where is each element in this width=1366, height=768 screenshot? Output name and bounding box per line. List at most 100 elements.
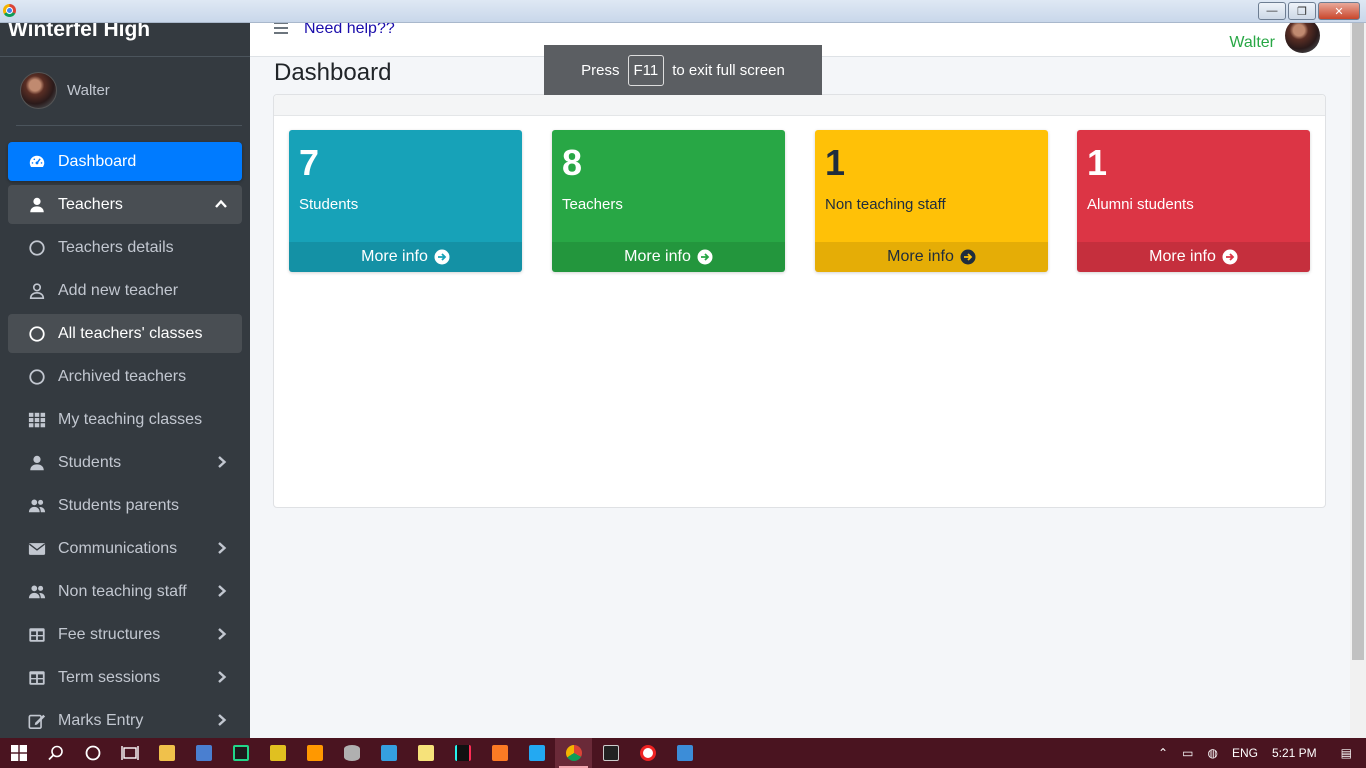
grid-icon <box>27 410 47 430</box>
notifications-icon[interactable]: ▤ <box>1341 746 1352 760</box>
edit-icon <box>27 711 47 731</box>
chevron-up-icon[interactable]: ⌃ <box>1158 746 1168 760</box>
page-title: Dashboard <box>274 59 392 86</box>
top-user-name[interactable]: Walter <box>1229 34 1275 52</box>
more-info-link[interactable]: More info <box>1077 242 1310 272</box>
hamburger-menu-icon[interactable] <box>274 22 288 34</box>
windows-start-icon[interactable] <box>0 738 37 768</box>
tachometer-icon <box>27 152 47 172</box>
more-info-label: More info <box>887 248 954 265</box>
sidebar-user-name[interactable]: Walter <box>67 82 110 99</box>
fullscreen-notice-post: to exit full screen <box>672 61 785 79</box>
arrow-circle-right-icon <box>697 249 713 265</box>
sidebar-item-add-new-teacher[interactable]: Add new teacher <box>8 271 242 310</box>
arrow-circle-right-icon <box>960 249 976 265</box>
sidebar-item-label: Add new teacher <box>58 281 179 299</box>
minimize-button[interactable]: — <box>1258 2 1286 20</box>
sidebar-item-term-sessions[interactable]: Term sessions <box>8 658 242 697</box>
sidebar-item-label: Communications <box>58 539 178 557</box>
sidebar-item-communications[interactable]: Communications <box>8 529 242 568</box>
sublime-text-icon[interactable] <box>296 738 333 768</box>
tiktok-icon[interactable] <box>444 738 481 768</box>
browser-title-bar: — ❐ ✕ <box>0 0 1366 23</box>
table-icon <box>27 625 47 645</box>
database-icon[interactable] <box>333 738 370 768</box>
user-icon <box>27 195 47 215</box>
stat-box-alumni-students: 1 Alumni students More info <box>1077 130 1310 272</box>
sidebar-item-students[interactable]: Students <box>8 443 242 482</box>
stat-value: 8 <box>562 142 583 183</box>
chevron-up-icon <box>214 197 228 211</box>
app-blue-icon[interactable] <box>370 738 407 768</box>
app-window-icon[interactable] <box>185 738 222 768</box>
arrow-circle-right-icon <box>434 249 450 265</box>
pycharm-icon[interactable] <box>222 738 259 768</box>
sidebar-user-panel[interactable]: Walter <box>20 72 110 109</box>
sidebar-item-label: Fee structures <box>58 625 161 643</box>
restore-button[interactable]: ❐ <box>1288 2 1316 20</box>
sidebar: Winterfel High Walter Dashboard Teachers <box>0 0 250 738</box>
sidebar-item-marks-entry[interactable]: Marks Entry <box>8 701 242 738</box>
search-icon[interactable] <box>37 738 74 768</box>
chevron-right-icon <box>214 670 228 684</box>
sidebar-item-dashboard[interactable]: Dashboard <box>8 142 242 181</box>
more-info-link[interactable]: More info <box>289 242 522 272</box>
vscode-icon[interactable] <box>518 738 555 768</box>
sidebar-item-label: Dashboard <box>58 152 137 170</box>
cortana-icon[interactable] <box>74 738 111 768</box>
more-info-link[interactable]: More info <box>552 242 785 272</box>
sidebar-item-teachers-details[interactable]: Teachers details <box>8 228 242 267</box>
sidebar-item-non-teaching-staff[interactable]: Non teaching staff <box>8 572 242 611</box>
taskbar: ⌃ ▭ ◍ ENG 5:21 PM ▤ <box>0 738 1366 768</box>
avatar[interactable] <box>1285 18 1320 53</box>
more-info-label: More info <box>361 248 428 265</box>
sidebar-item-fee-structures[interactable]: Fee structures <box>8 615 242 654</box>
photos-icon[interactable] <box>666 738 703 768</box>
circle-icon <box>27 238 47 258</box>
stat-value: 7 <box>299 142 320 183</box>
envelope-icon <box>27 539 47 559</box>
task-view-icon[interactable] <box>111 738 148 768</box>
stat-label: Students <box>299 196 359 213</box>
chevron-right-icon <box>214 584 228 598</box>
s-app-icon[interactable] <box>259 738 296 768</box>
sidebar-item-archived-teachers[interactable]: Archived teachers <box>8 357 242 396</box>
file-explorer-icon[interactable] <box>148 738 185 768</box>
notepad-icon[interactable] <box>407 738 444 768</box>
stat-box-teachers: 8 Teachers More info <box>552 130 785 272</box>
sidebar-item-teachers[interactable]: Teachers <box>8 185 242 224</box>
chrome-taskbar-icon[interactable] <box>555 738 592 768</box>
sidebar-item-all-teachers-classes[interactable]: All teachers' classes <box>8 314 242 353</box>
scrollbar-thumb[interactable] <box>1352 23 1364 660</box>
terminal-icon[interactable] <box>592 738 629 768</box>
chrome-logo-icon <box>3 4 16 17</box>
table-icon <box>27 668 47 688</box>
globe-icon[interactable]: ◍ <box>1207 746 1217 760</box>
chevron-right-icon <box>214 455 228 469</box>
sidebar-item-label: Marks Entry <box>58 711 144 729</box>
sidebar-nav: Dashboard Teachers Teachers details Add … <box>8 142 242 738</box>
sidebar-item-students-parents[interactable]: Students parents <box>8 486 242 525</box>
top-user-menu[interactable]: Walter <box>1229 18 1320 53</box>
battery-icon[interactable]: ▭ <box>1182 746 1193 760</box>
sidebar-item-label: My teaching classes <box>58 410 203 428</box>
brand-divider <box>0 56 250 57</box>
fullscreen-notice-pre: Press <box>581 61 620 79</box>
more-info-label: More info <box>1149 248 1216 265</box>
stat-label: Non teaching staff <box>825 196 946 213</box>
xampp-icon[interactable] <box>481 738 518 768</box>
more-info-link[interactable]: More info <box>815 242 1048 272</box>
users-icon <box>27 496 47 516</box>
window-controls: — ❐ ✕ <box>1258 2 1360 20</box>
more-info-label: More info <box>624 248 691 265</box>
user-icon <box>27 453 47 473</box>
clock[interactable]: 5:21 PM <box>1272 746 1317 760</box>
language-indicator[interactable]: ENG <box>1232 746 1258 760</box>
chevron-right-icon <box>214 627 228 641</box>
sidebar-item-my-teaching-classes[interactable]: My teaching classes <box>8 400 242 439</box>
recorder-icon[interactable] <box>629 738 666 768</box>
card-header <box>274 95 1325 116</box>
sidebar-item-label: Students parents <box>58 496 179 514</box>
close-button[interactable]: ✕ <box>1318 2 1360 20</box>
sidebar-item-label: Non teaching staff <box>58 582 187 600</box>
